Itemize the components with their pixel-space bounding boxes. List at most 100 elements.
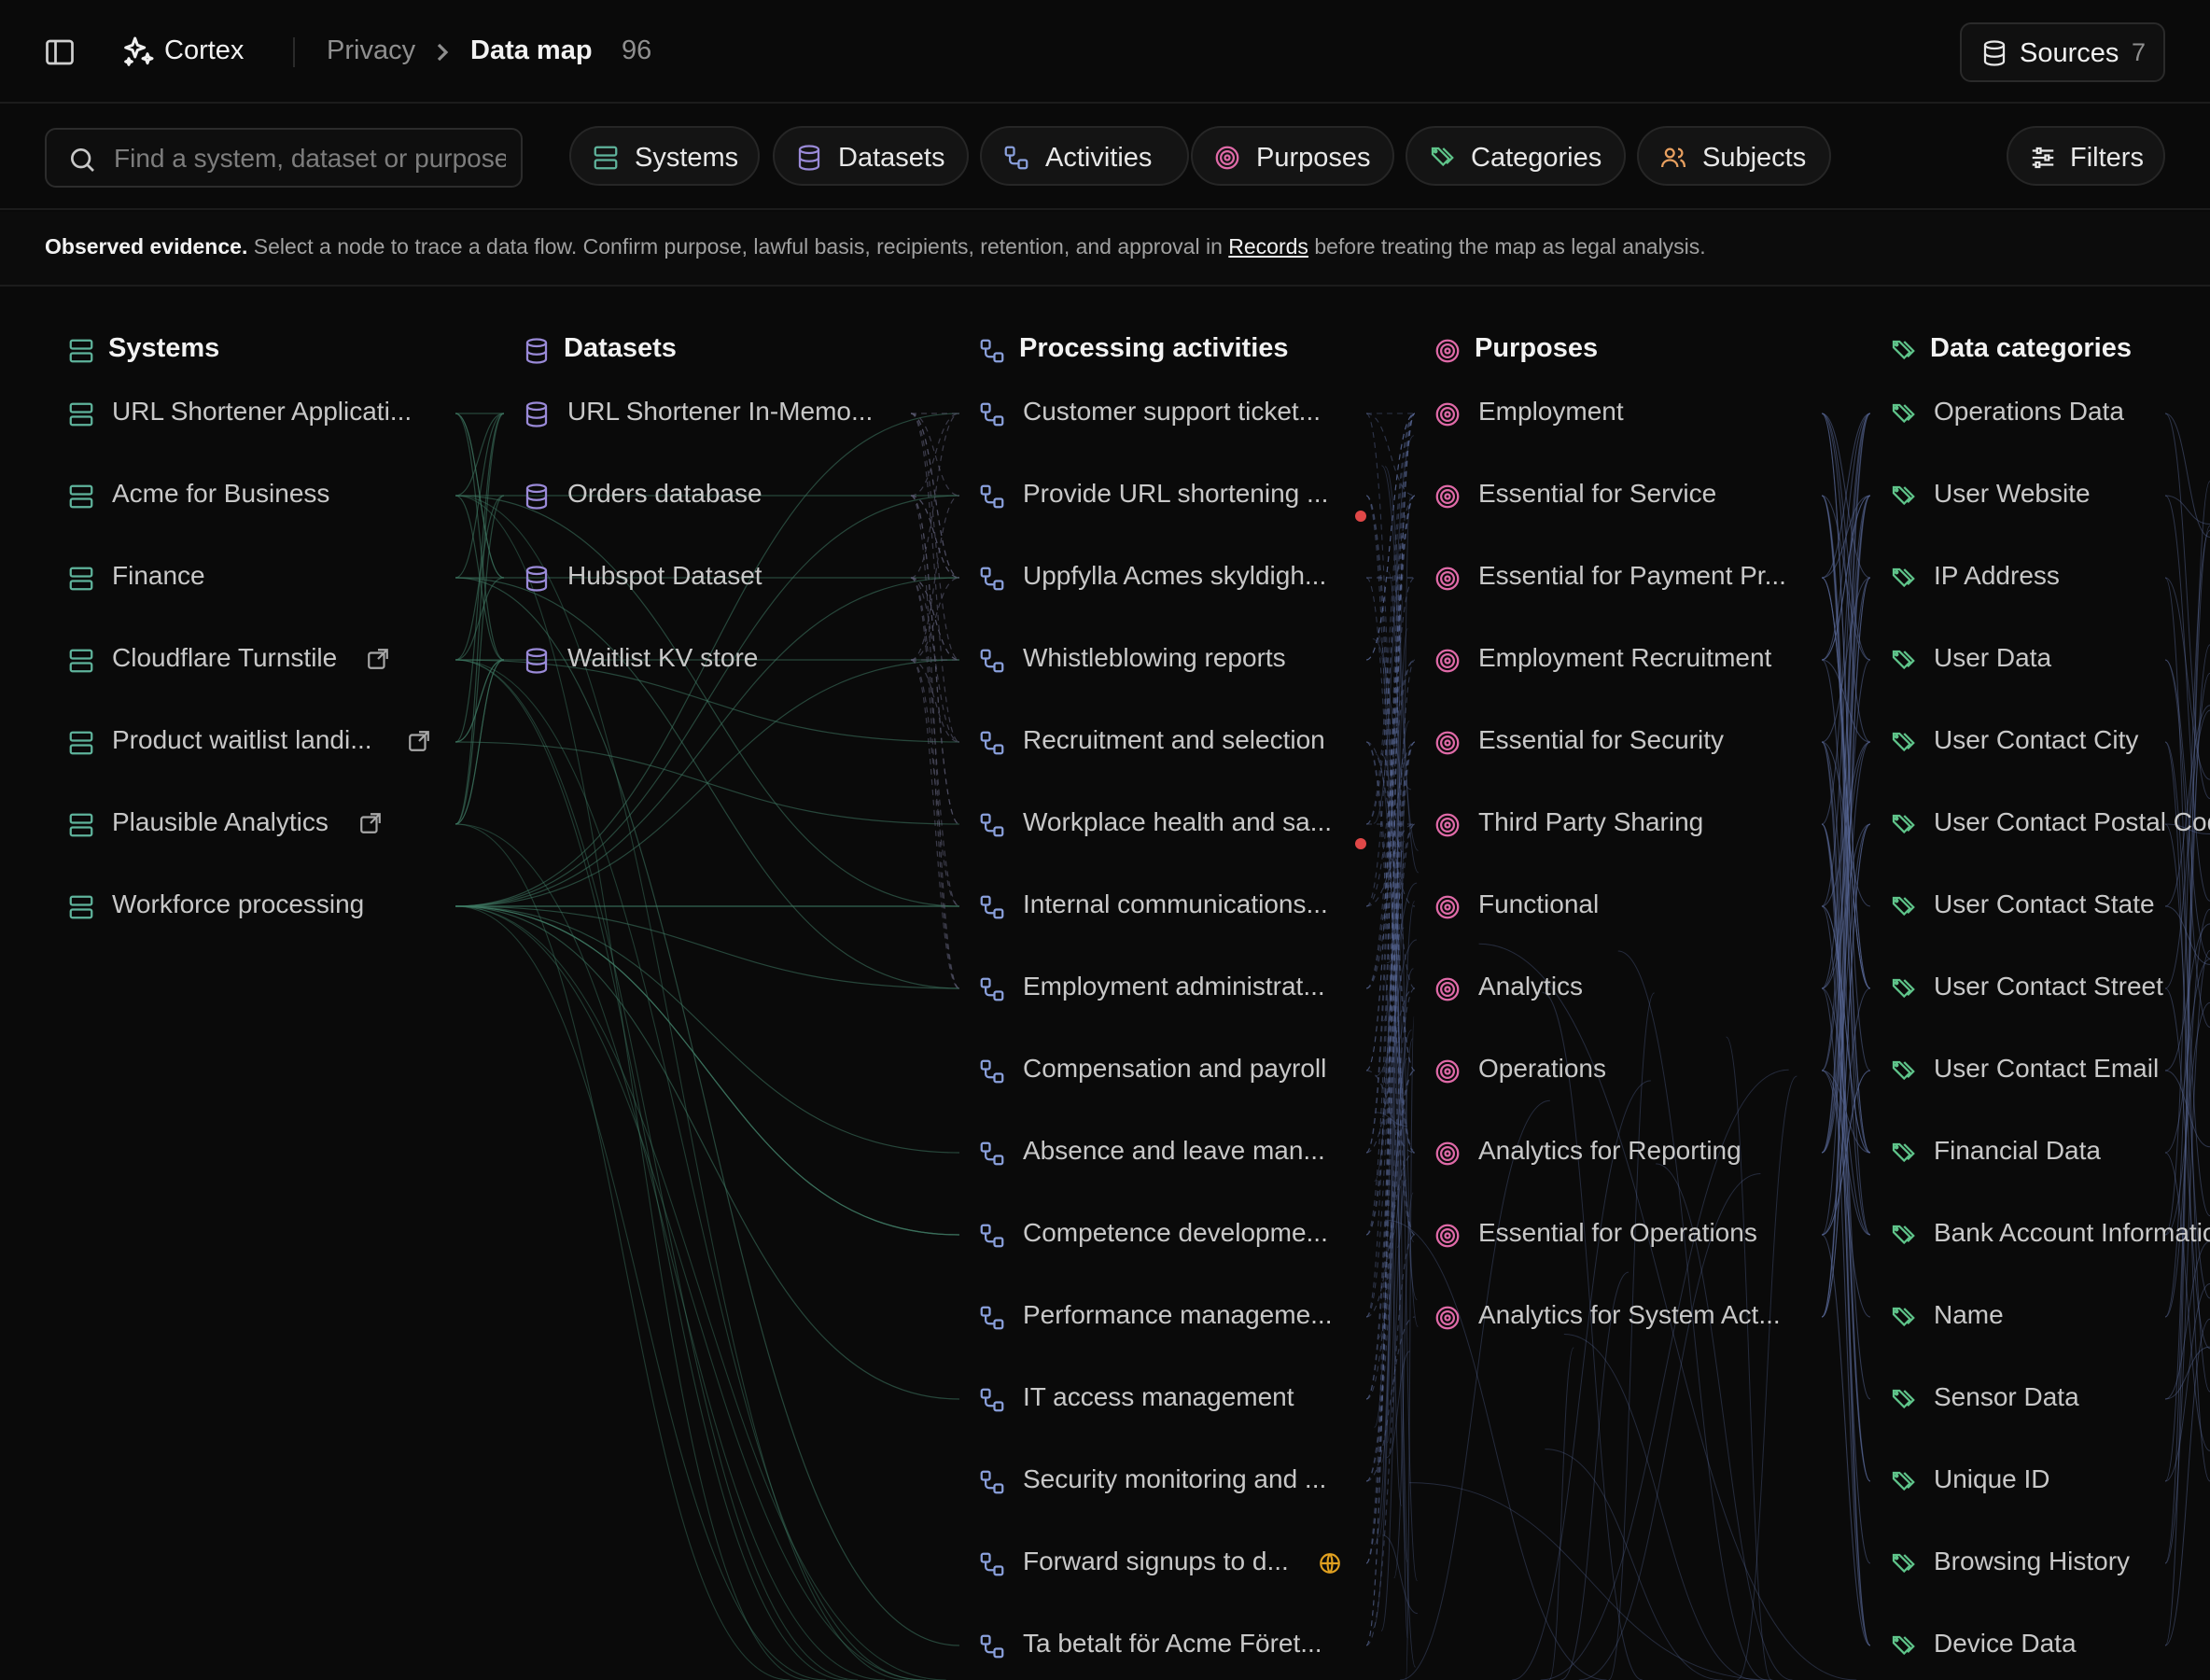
tag-icon (1892, 1307, 1915, 1327)
target-icon (1435, 1059, 1460, 1084)
globe-icon (1320, 1553, 1340, 1574)
chip-label: Activities (1045, 143, 1153, 173)
sources-label: Sources (2020, 38, 2119, 68)
node-label: User Website (1934, 479, 2091, 508)
column-title: Systems (108, 333, 220, 363)
tag-icon (1892, 1225, 1915, 1245)
node-label: Employment (1478, 397, 1624, 426)
chip-purposes[interactable]: Purposes (1191, 126, 1394, 186)
target-icon (1435, 977, 1460, 1001)
chip-label: Categories (1471, 143, 1602, 173)
chip-categories[interactable]: Categories (1406, 126, 1626, 186)
sparkles-icon (119, 34, 157, 71)
tag-icon (1892, 814, 1915, 834)
external-link-icon[interactable] (407, 729, 431, 753)
notice-text: Observed evidence. Select a node to trac… (45, 234, 1706, 259)
node-label: Customer support ticket... (1023, 397, 1322, 426)
records-link[interactable]: Records (1228, 234, 1308, 259)
node-label: Absence and leave man... (1023, 1136, 1325, 1165)
target-icon (1435, 1224, 1460, 1248)
sources-count: 7 (2132, 38, 2147, 66)
column-title: Data categories (1930, 333, 2132, 363)
node-label: Operations Data (1934, 397, 2124, 426)
node-label: URL Shortener Applicati... (112, 397, 413, 426)
external-link-icon[interactable] (366, 647, 390, 671)
node-label: Competence developme... (1023, 1218, 1328, 1247)
sidebar-toggle-icon[interactable] (43, 35, 77, 69)
node-count: 96 (622, 35, 652, 65)
workflow-icon (980, 1634, 1004, 1659)
notice-tail: before treating the map as legal analysi… (1308, 234, 1706, 259)
server-icon (69, 402, 93, 427)
server-icon (69, 731, 93, 755)
node-label: Provide URL shortening ... (1023, 479, 1329, 508)
node-label: Name (1934, 1300, 2004, 1329)
node-label: Finance (112, 561, 205, 590)
server-icon (69, 567, 93, 591)
search-box[interactable] (45, 128, 523, 188)
server-icon (69, 813, 93, 837)
chip-label: Datasets (838, 143, 945, 173)
node-label: Essential for Service (1478, 479, 1717, 508)
node-label: Whistleblowing reports (1023, 643, 1286, 672)
node-label: Recruitment and selection (1023, 725, 1325, 754)
workflow-icon (980, 1470, 1004, 1494)
node-label: Third Party Sharing (1478, 807, 1704, 836)
target-icon (1435, 402, 1460, 427)
external-link-icon[interactable] (358, 811, 383, 835)
workflow-icon (980, 1141, 1004, 1166)
database-icon (798, 145, 820, 171)
chip-label: Subjects (1702, 143, 1807, 173)
node-label: Device Data (1934, 1629, 2077, 1658)
filters-label: Filters (2070, 143, 2144, 173)
chip-datasets[interactable]: Datasets (773, 126, 969, 186)
tag-icon (1892, 1471, 1915, 1491)
node-label: Ta betalt för Acme Föret... (1023, 1629, 1322, 1658)
alert-dot (1355, 838, 1366, 849)
target-icon (1435, 567, 1460, 591)
filter-bar: Systems Datasets Activities Purposes Cat… (0, 104, 2210, 210)
node-label: URL Shortener In-Memo... (567, 397, 874, 426)
node-label: Bank Account Information (1934, 1218, 2210, 1247)
workflow-icon (980, 339, 1004, 363)
workflow-icon (980, 895, 1004, 919)
database-icon (525, 566, 548, 592)
chip-activities[interactable]: Activities (980, 126, 1189, 186)
breadcrumb-privacy[interactable]: Privacy (327, 35, 415, 66)
target-icon (1435, 813, 1460, 837)
search-input[interactable] (114, 141, 506, 176)
tag-icon (1892, 485, 1915, 506)
node-label: Workplace health and sa... (1023, 807, 1333, 836)
node-label: IP Address (1934, 561, 2060, 590)
node-label: Uppfylla Acmes skyldigh... (1023, 561, 1327, 590)
chip-systems[interactable]: Systems (569, 126, 760, 186)
node-label: Essential for Operations (1478, 1218, 1757, 1247)
node-label: Waitlist KV store (567, 643, 759, 672)
tag-icon (1892, 567, 1915, 588)
server-icon (69, 649, 93, 673)
tag-icon (1892, 896, 1915, 917)
app-name[interactable]: Cortex (164, 35, 244, 66)
tag-icon (1892, 732, 1915, 752)
tag-icon (1892, 1553, 1915, 1574)
notice-lead: Observed evidence. (45, 234, 248, 259)
node-label: Cloudflare Turnstile (112, 643, 338, 672)
node-label: Workforce processing (112, 889, 365, 918)
chip-subjects[interactable]: Subjects (1637, 126, 1831, 186)
top-bar: Cortex Privacy Data map 96 Sources 7 (0, 0, 2210, 104)
divider (293, 37, 295, 67)
chip-label: Systems (635, 143, 739, 173)
tag-icon (1892, 340, 1915, 360)
column-title: Datasets (564, 333, 677, 363)
tag-icon (1892, 403, 1915, 424)
filters-button[interactable]: Filters (2007, 126, 2165, 186)
node-label: User Contact Email (1934, 1054, 2160, 1083)
target-icon (1435, 1141, 1460, 1166)
node-label: IT access management (1023, 1382, 1294, 1411)
node-label: Hubspot Dataset (567, 561, 762, 590)
workflow-icon (980, 731, 1004, 755)
node-label: User Contact Postal Code (1934, 807, 2210, 836)
node-label: User Data (1934, 643, 2052, 672)
sources-button[interactable]: Sources 7 (1960, 22, 2165, 82)
node-label: Sensor Data (1934, 1382, 2079, 1411)
